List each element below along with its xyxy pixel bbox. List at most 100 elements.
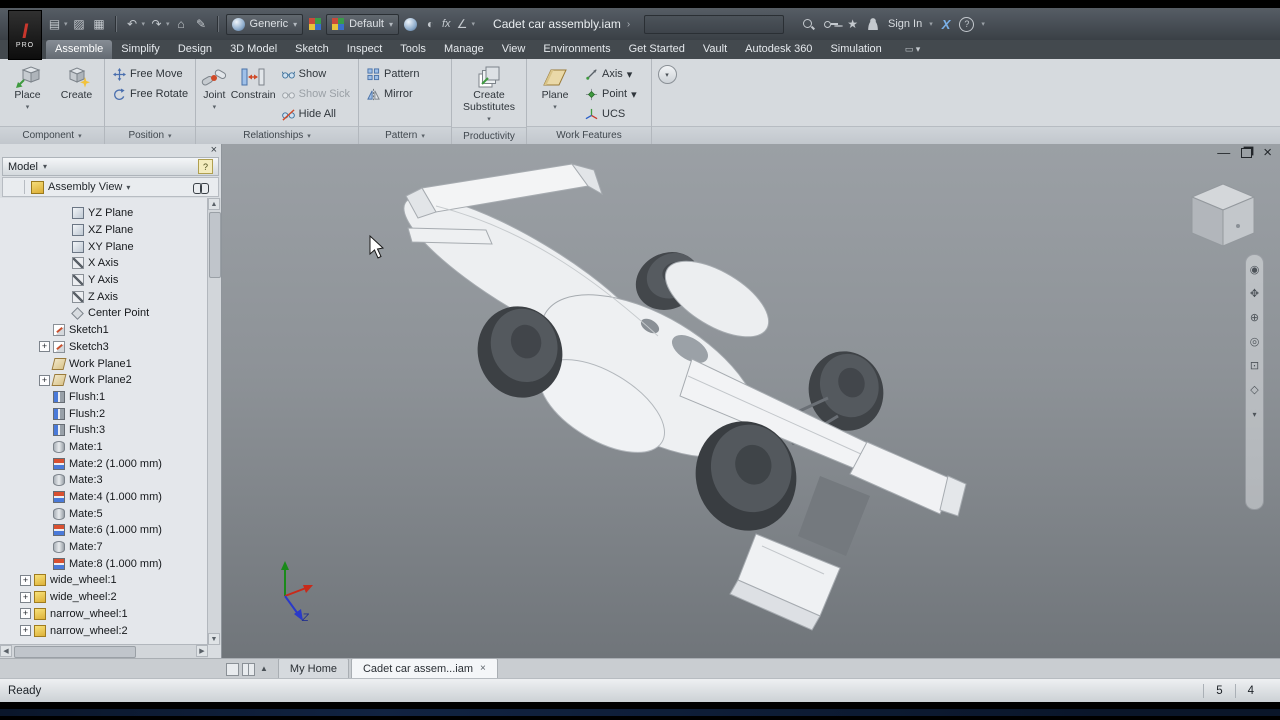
tree-item[interactable]: Center Point [0, 305, 208, 322]
tree-item[interactable]: Mate:1 [0, 439, 208, 456]
parameters-fx-icon[interactable]: fx [442, 18, 451, 30]
full-navigation-wheel-icon[interactable]: ◉ [1250, 265, 1260, 276]
search-icon[interactable] [802, 18, 815, 31]
tab-manage[interactable]: Manage [435, 40, 493, 59]
pan-icon[interactable]: ✥ [1250, 289, 1259, 300]
browser-grip[interactable]: × [0, 144, 221, 157]
appearance-dropdown[interactable]: Default ▾ [326, 13, 399, 35]
tab-simulation[interactable]: Simulation [821, 40, 890, 59]
save-icon[interactable]: ▦ [91, 16, 108, 33]
tab-active-document[interactable]: Cadet car assem...iam × [350, 658, 498, 678]
tab-sketch[interactable]: Sketch [286, 40, 338, 59]
tile-windows-icon[interactable] [242, 663, 255, 676]
tree-item[interactable]: + wide_wheel:1 [0, 572, 208, 589]
sketch-pencil-icon[interactable]: ✎ [193, 16, 210, 33]
tree-item[interactable]: Mate:5 [0, 505, 208, 522]
scroll-up-icon[interactable]: ▲ [208, 198, 220, 210]
material-dropdown[interactable]: Generic ▾ [225, 13, 304, 35]
free-move-button[interactable]: Free Move [109, 64, 192, 84]
tree-item[interactable]: + narrow_wheel:1 [0, 606, 208, 623]
tree-item[interactable]: Work Plane1 [0, 355, 208, 372]
close-icon[interactable]: × [480, 663, 486, 674]
appearance-ball-icon[interactable] [402, 16, 419, 33]
measure-icon[interactable]: ∠ [454, 16, 471, 33]
adjust-icon[interactable]: ◐ [422, 16, 439, 33]
tab-autodesk-360[interactable]: Autodesk 360 [736, 40, 821, 59]
chevron-down-icon[interactable]: ▾ [472, 20, 476, 28]
tree-item[interactable]: Mate:2 (1.000 mm) [0, 455, 208, 472]
expander-icon[interactable]: + [20, 591, 31, 603]
view-face-icon[interactable]: ◇ [1250, 385, 1258, 396]
ucs-button[interactable]: UCS [581, 104, 641, 124]
expand-tabs-icon[interactable]: ▲ [260, 664, 268, 673]
tree-item[interactable]: Z Axis [0, 288, 208, 305]
show-sick-button[interactable]: Show Sick [278, 84, 354, 104]
tree-item[interactable]: + Work Plane2 [0, 372, 208, 389]
tab-assemble[interactable]: Assemble [46, 40, 113, 59]
panel-label-position[interactable]: Position ▾ [105, 126, 195, 144]
minimize-icon[interactable]: — [1217, 146, 1230, 160]
mirror-button[interactable]: Mirror [363, 84, 423, 104]
chevron-down-icon[interactable]: ▾ [981, 20, 985, 28]
ribbon-display-toggle[interactable]: ▭ ▾ [905, 40, 921, 59]
tree-item[interactable]: XZ Plane [0, 222, 208, 239]
key-icon[interactable] [824, 18, 839, 31]
point-button[interactable]: Point ▾ [581, 84, 641, 104]
inventor-app-button[interactable]: I PRO [8, 10, 42, 60]
chevron-down-icon[interactable]: ▾ [929, 20, 933, 28]
orbit-icon[interactable]: ◎ [1250, 337, 1260, 348]
constrain-button[interactable]: Constrain [231, 61, 276, 101]
expander-icon[interactable]: + [20, 574, 31, 586]
tab-my-home[interactable]: My Home [277, 658, 349, 678]
find-binoculars-icon[interactable] [193, 182, 209, 194]
tree-item[interactable]: X Axis [0, 255, 208, 272]
browser-vertical-scrollbar[interactable]: ▲ ▼ [207, 198, 221, 645]
scrollbar-thumb[interactable] [209, 212, 221, 278]
tree-item[interactable]: Mate:4 (1.000 mm) [0, 489, 208, 506]
panel-label-relationships[interactable]: Relationships ▾ [196, 126, 358, 144]
pattern-button[interactable]: Pattern [363, 64, 423, 84]
panel-label-work-features[interactable]: Work Features [527, 126, 651, 144]
create-substitutes-button[interactable]: Create Substitutes ▾ [456, 61, 522, 125]
scrollbar-thumb[interactable] [14, 646, 136, 658]
view-cube[interactable] [1190, 182, 1256, 250]
panel-label-pattern[interactable]: Pattern ▾ [359, 126, 451, 144]
chevron-down-icon[interactable]: ▾ [64, 20, 68, 28]
joint-button[interactable]: Joint ▾ [200, 61, 229, 113]
browser-header-dropdown[interactable]: Model ▾ ? [2, 157, 219, 176]
tree-item[interactable]: YZ Plane [0, 205, 208, 222]
panel-label-component[interactable]: Component ▾ [0, 126, 104, 144]
search-input[interactable] [644, 14, 785, 34]
tab-vault[interactable]: Vault [694, 40, 736, 59]
favorites-star-icon[interactable]: ★ [847, 17, 858, 31]
assembly-view-dropdown[interactable]: Assembly View ▾ [31, 180, 130, 194]
tab-simplify[interactable]: Simplify [112, 40, 169, 59]
axis-button[interactable]: Axis ▾ [581, 64, 641, 84]
browser-horizontal-scrollbar[interactable]: ◀ ▶ [0, 644, 208, 658]
tree-item[interactable]: + wide_wheel:2 [0, 589, 208, 606]
expander-icon[interactable]: + [20, 608, 31, 620]
new-file-icon[interactable]: ▤ [46, 16, 63, 33]
scroll-down-icon[interactable]: ▼ [208, 633, 220, 645]
tab-tools[interactable]: Tools [391, 40, 435, 59]
expander-icon[interactable]: + [39, 374, 50, 386]
create-button[interactable]: Create [53, 61, 100, 101]
redo-icon[interactable]: ↷ [148, 16, 165, 33]
open-file-icon[interactable]: ▨ [71, 16, 88, 33]
tab-get-started[interactable]: Get Started [620, 40, 694, 59]
tree-item[interactable]: Mate:8 (1.000 mm) [0, 555, 208, 572]
undo-icon[interactable]: ↶ [124, 16, 141, 33]
tab-environments[interactable]: Environments [534, 40, 619, 59]
tree-item[interactable]: Mate:3 [0, 472, 208, 489]
help-icon[interactable]: ? [959, 16, 975, 32]
panel-options-button[interactable]: ▾ [657, 65, 677, 84]
chevron-down-icon[interactable]: ▾ [166, 20, 170, 28]
home-icon[interactable]: ⌂ [173, 16, 190, 33]
sign-in-button[interactable]: Sign In [888, 18, 922, 30]
browser-help-icon[interactable]: ? [198, 159, 213, 174]
close-icon[interactable]: × [211, 144, 217, 157]
race-car-model[interactable] [222, 144, 1280, 658]
tree-item[interactable]: Flush:1 [0, 389, 208, 406]
tree-item[interactable]: Mate:7 [0, 539, 208, 556]
exchange-apps-icon[interactable]: X [942, 17, 951, 32]
